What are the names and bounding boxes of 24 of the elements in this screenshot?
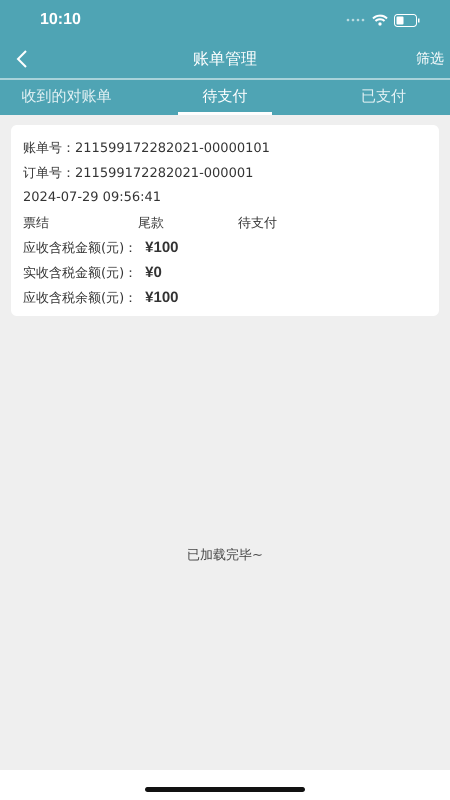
bill-tag: 尾款 bbox=[138, 214, 238, 232]
battery-icon bbox=[394, 14, 420, 26]
tab[interactable]: 待支付 bbox=[178, 80, 272, 115]
page-title: 账单管理 bbox=[193, 48, 257, 70]
amount-value: ¥100 bbox=[145, 239, 179, 256]
amount-label: 应收含税余额(元)： bbox=[23, 290, 138, 306]
amount-value: ¥100 bbox=[145, 289, 179, 306]
end-of-list-text: 已加载完毕~ bbox=[186, 547, 264, 564]
wifi-icon bbox=[372, 14, 388, 26]
filter-button[interactable]: 筛选 bbox=[416, 50, 444, 68]
bill-time: 2024-07-29 09:56:41 bbox=[23, 189, 162, 207]
back-button[interactable] bbox=[16, 50, 28, 68]
amount-label: 实收含税金额(元)： bbox=[23, 264, 138, 282]
bill-tag: 待支付 bbox=[238, 214, 353, 232]
tab[interactable]: 已支付 bbox=[336, 80, 430, 115]
back-icon bbox=[16, 50, 28, 68]
signal-icon bbox=[346, 18, 366, 22]
bill-number: 账单号：211599172282021-00000101 bbox=[23, 140, 271, 158]
status-time: 10:10 bbox=[40, 11, 81, 29]
amount-value: ¥0 bbox=[145, 264, 162, 281]
tab[interactable]: 收到的对账单 bbox=[20, 80, 114, 115]
amount-label: 应收含税金额(元)： bbox=[23, 240, 138, 256]
order-number: 订单号：211599172282021-000001 bbox=[23, 164, 254, 182]
bill-tag: 票结 bbox=[23, 214, 138, 232]
